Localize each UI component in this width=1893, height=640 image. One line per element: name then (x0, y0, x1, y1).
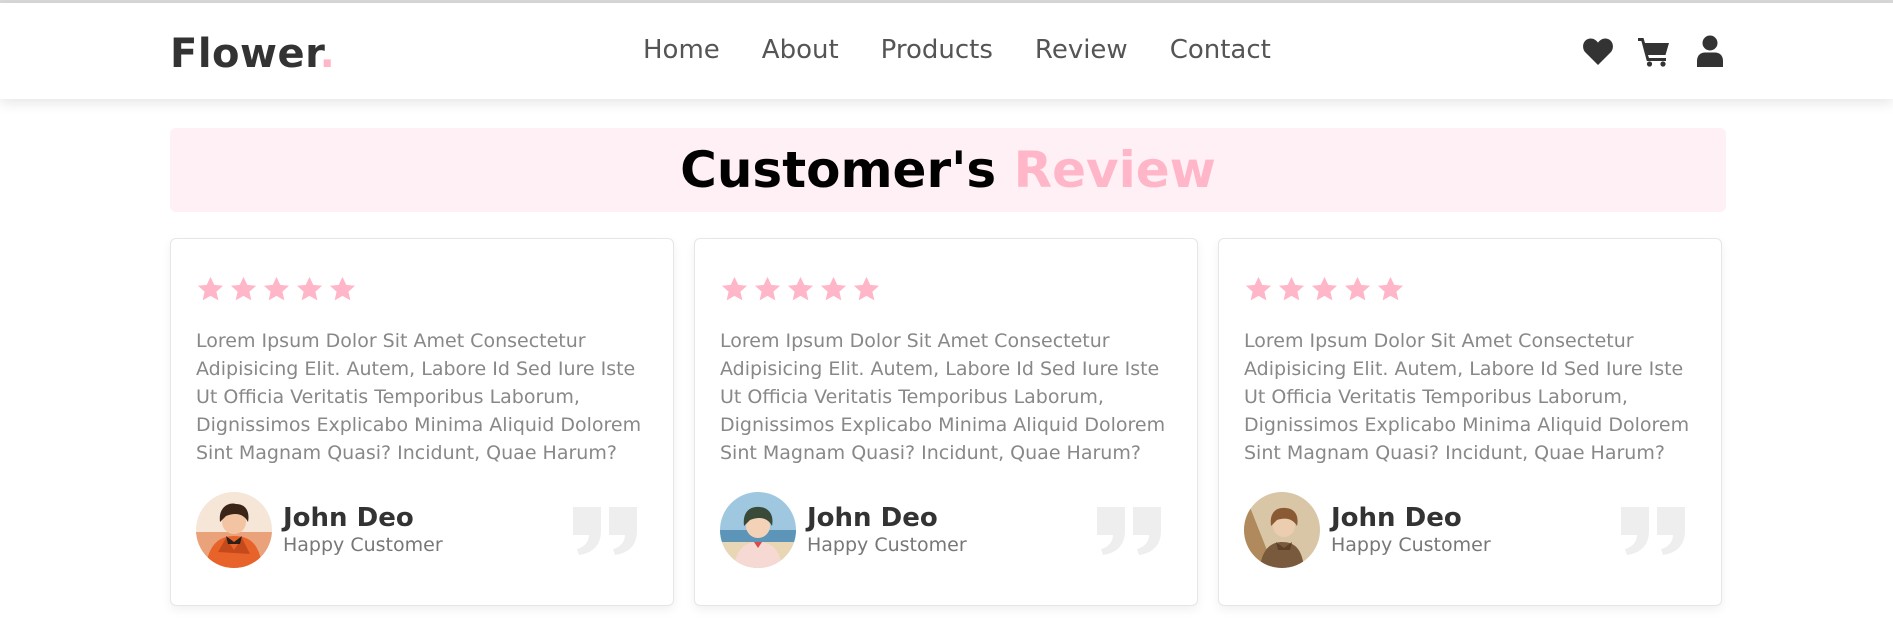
star-icon (263, 276, 290, 301)
reviewer-info: John Deo Happy Customer (807, 503, 967, 557)
review-cards: Lorem Ipsum Dolor Sit Amet Consectetur A… (170, 238, 1722, 606)
reviewer: John Deo Happy Customer (720, 492, 967, 568)
section-title-accent: Review (1013, 141, 1216, 199)
reviewer: John Deo Happy Customer (1244, 492, 1491, 568)
star-icon (197, 276, 224, 301)
section-heading-box: Customer's Review (170, 128, 1726, 212)
star-icon (329, 276, 356, 301)
section-title: Customer's Review (680, 141, 1216, 199)
avatar (1244, 492, 1320, 568)
avatar (196, 492, 272, 568)
star-icon (1311, 276, 1338, 301)
logo[interactable]: Flower. (170, 31, 335, 77)
quote-icon (1097, 507, 1161, 555)
star-icon (230, 276, 257, 301)
nav-products[interactable]: Products (881, 35, 993, 65)
nav-review[interactable]: Review (1035, 35, 1128, 65)
nav-contact[interactable]: Contact (1170, 35, 1271, 65)
reviewer-name: John Deo (807, 503, 938, 533)
logo-dot: . (319, 31, 336, 77)
review-text: Lorem Ipsum Dolor Sit Amet Consectetur A… (720, 330, 1166, 464)
star-rating (1244, 275, 1405, 304)
star-icon (754, 276, 781, 301)
reviewer-name: John Deo (283, 503, 414, 533)
reviewer-role: Happy Customer (1331, 534, 1491, 556)
review-card: Lorem Ipsum Dolor Sit Amet Consectetur A… (170, 238, 674, 606)
review-card: Lorem Ipsum Dolor Sit Amet Consectetur A… (694, 238, 1198, 606)
star-icon (1344, 276, 1371, 301)
avatar (720, 492, 796, 568)
main-nav: Home About Products Review Contact (643, 35, 1271, 65)
shopping-cart-icon[interactable] (1637, 33, 1671, 69)
star-icon (1278, 276, 1305, 301)
star-rating (196, 275, 357, 304)
star-icon (721, 276, 748, 301)
quote-icon (1621, 507, 1685, 555)
star-icon (1245, 276, 1272, 301)
review-text: Lorem Ipsum Dolor Sit Amet Consectetur A… (1244, 330, 1690, 464)
nav-home[interactable]: Home (643, 35, 720, 65)
star-icon (820, 276, 847, 301)
header-icons (1581, 33, 1727, 69)
quote-icon (573, 507, 637, 555)
heart-icon[interactable] (1581, 33, 1615, 69)
star-icon (296, 276, 323, 301)
star-icon (1377, 276, 1404, 301)
reviewer-role: Happy Customer (283, 534, 443, 556)
reviewer: John Deo Happy Customer (196, 492, 443, 568)
reviewer-name: John Deo (1331, 503, 1462, 533)
review-text: Lorem Ipsum Dolor Sit Amet Consectetur A… (196, 330, 642, 464)
nav-about[interactable]: About (762, 35, 839, 65)
reviewer-info: John Deo Happy Customer (1331, 503, 1491, 557)
star-rating (720, 275, 881, 304)
review-card: Lorem Ipsum Dolor Sit Amet Consectetur A… (1218, 238, 1722, 606)
user-icon[interactable] (1693, 33, 1727, 69)
section-title-main: Customer's (680, 141, 997, 199)
logo-text: Flower (170, 31, 320, 77)
reviewer-info: John Deo Happy Customer (283, 503, 443, 557)
site-header: Flower. Home About Products Review Conta… (0, 3, 1893, 99)
star-icon (787, 276, 814, 301)
reviewer-role: Happy Customer (807, 534, 967, 556)
star-icon (853, 276, 880, 301)
